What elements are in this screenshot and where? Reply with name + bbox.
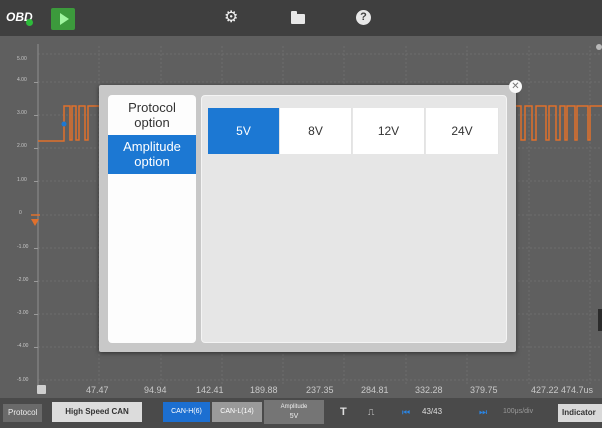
x-tick-label: 379.75 bbox=[470, 385, 498, 395]
protocol-label[interactable]: Protocol bbox=[3, 404, 43, 422]
x-tick-label: 47.47 bbox=[86, 385, 109, 395]
amplitude-option-24v[interactable]: 24V bbox=[426, 108, 499, 154]
y-tick-label: -5.00 bbox=[17, 377, 29, 383]
indicator-button[interactable]: Indicator bbox=[558, 404, 602, 422]
y-tick-label: -1.00 bbox=[17, 244, 29, 250]
gear-icon[interactable]: ⚙ bbox=[224, 10, 238, 26]
y-tick-label: -2.00 bbox=[17, 277, 29, 283]
x-tick-label: 142.41 bbox=[196, 385, 224, 395]
x-tick-label: 94.94 bbox=[144, 385, 167, 395]
scroll-handle-right[interactable] bbox=[598, 309, 602, 331]
scroll-handle-top-right[interactable] bbox=[596, 44, 602, 50]
trigger-icon[interactable]: T bbox=[340, 404, 347, 420]
can-low-channel-button[interactable]: CAN-L(14) bbox=[212, 402, 262, 422]
zero-marker bbox=[37, 385, 46, 394]
can-high-channel-button[interactable]: CAN-H(6) bbox=[163, 402, 210, 422]
y-tick-label: 1.00 bbox=[17, 177, 27, 183]
top-toolbar: OBD ⚙ ? bbox=[0, 0, 602, 36]
signal-trace-left bbox=[38, 105, 99, 142]
y-tick-label: 5.00 bbox=[17, 56, 27, 62]
y-tick-label: 0 bbox=[19, 210, 22, 216]
x-tick-label: 284.81 bbox=[361, 385, 389, 395]
trigger-marker bbox=[61, 121, 67, 127]
y-tick-label: -4.00 bbox=[17, 343, 29, 349]
x-tick-label: 237.35 bbox=[306, 385, 334, 395]
amplitude-option-12v[interactable]: 12V bbox=[353, 108, 425, 154]
protocol-select-button[interactable]: High Speed CAN bbox=[52, 402, 142, 422]
sidebar-item-protocol-option[interactable]: Protocol option bbox=[108, 96, 196, 134]
amplitude-option-8v[interactable]: 8V bbox=[280, 108, 352, 154]
y-tick-label: 2.00 bbox=[17, 143, 27, 149]
frame-counter: 43/43 bbox=[422, 407, 443, 416]
close-icon[interactable]: ✕ bbox=[509, 80, 522, 93]
x-tick-label: 427.22 bbox=[531, 385, 559, 395]
y-tick-label: 3.00 bbox=[17, 110, 27, 116]
amplitude-button[interactable]: Amplitude 5V bbox=[264, 400, 324, 424]
amplitude-option-5v[interactable]: 5V bbox=[208, 108, 280, 154]
sidebar-item-amplitude-option[interactable]: Amplitude option bbox=[108, 135, 196, 174]
pulse-icon[interactable]: ⎍ bbox=[368, 404, 374, 420]
help-icon[interactable]: ? bbox=[356, 10, 371, 25]
time-per-division[interactable]: 100μs/div bbox=[503, 404, 533, 420]
last-frame-icon[interactable]: ⏭ bbox=[479, 404, 487, 420]
x-tick-label: 474.7us bbox=[561, 385, 594, 395]
y-tick-label: 4.00 bbox=[17, 77, 27, 83]
x-tick-label: 189.88 bbox=[250, 385, 278, 395]
x-tick-label: 332.28 bbox=[415, 385, 443, 395]
amplitude-value: 5V bbox=[289, 413, 299, 420]
play-icon[interactable] bbox=[51, 8, 75, 30]
connection-status-icon bbox=[26, 19, 33, 26]
folder-icon[interactable] bbox=[291, 11, 305, 24]
amplitude-label: Amplitude bbox=[280, 404, 308, 410]
y-tick-label: -3.00 bbox=[17, 310, 29, 316]
first-frame-icon[interactable]: ⏮ bbox=[402, 404, 410, 420]
